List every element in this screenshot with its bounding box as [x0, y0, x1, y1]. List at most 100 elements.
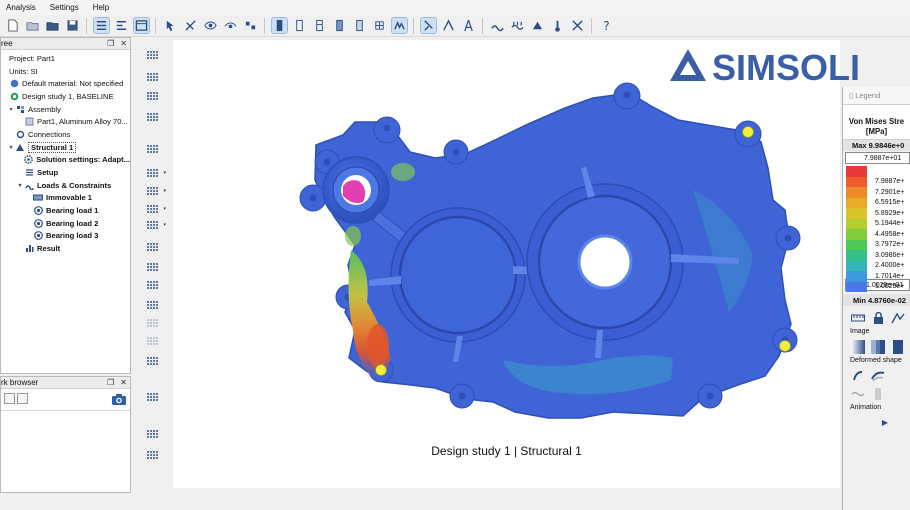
link-tool-icon[interactable] [144, 89, 162, 103]
close-panel-icon[interactable]: ✕ [120, 378, 127, 387]
menu-help[interactable]: Help [93, 3, 109, 12]
report-tool-icon[interactable] [144, 390, 162, 404]
tree-item-label: Units: SI [9, 66, 38, 76]
tree-item[interactable]: Units: SI [1, 65, 130, 78]
menu-settings[interactable]: Settings [50, 3, 79, 12]
range-icon[interactable] [890, 311, 906, 324]
result-tool-icon[interactable] [144, 334, 162, 348]
contact-tool-icon[interactable] [570, 18, 585, 33]
bearing-tool-icon[interactable]: ▾ [144, 202, 166, 216]
help-icon[interactable]: ? [599, 18, 614, 33]
expand-arrow-icon[interactable]: ▾ [16, 182, 24, 189]
camera-icon[interactable] [111, 393, 127, 406]
moment-tool-icon[interactable]: ▾ [144, 184, 166, 198]
banded-gradient-icon[interactable] [870, 339, 886, 354]
measure-tool-icon[interactable] [441, 18, 456, 33]
tree-item[interactable]: ▾ Loads & Constraints [1, 179, 130, 192]
parallel-view-icon[interactable] [114, 18, 129, 33]
shaded-edges-icon[interactable] [332, 18, 347, 33]
open-folder-icon[interactable] [25, 18, 40, 33]
save-icon[interactable] [65, 18, 80, 33]
spring-tool-icon[interactable] [144, 48, 162, 62]
select-tool-icon[interactable] [163, 18, 178, 33]
tree-item[interactable]: Solution settings: Adapt... [1, 154, 130, 167]
browser-window-icon[interactable] [132, 17, 150, 34]
show-all-icon[interactable] [223, 18, 238, 33]
large-hub-bore [577, 234, 633, 290]
contour-view-icon[interactable] [390, 17, 408, 34]
toolbar-separator [264, 17, 265, 34]
tree-item[interactable]: ▾ Assembly [1, 103, 130, 116]
solid-view-icon[interactable] [270, 17, 288, 34]
deform-scale-icon[interactable] [850, 369, 866, 382]
thermal-tool-icon[interactable] [144, 240, 162, 254]
spring-tool-2-icon[interactable] [144, 70, 162, 84]
tree-item[interactable]: Setup [1, 166, 130, 179]
3d-viewport[interactable]: Design study 1 | Structural 1 [173, 40, 840, 488]
fatigue-tool-icon[interactable] [144, 427, 162, 441]
menu-analysis[interactable]: Analysis [6, 3, 36, 12]
list-item-icon[interactable] [17, 393, 28, 404]
hide-tool-icon[interactable] [183, 18, 198, 33]
expand-arrow-icon[interactable]: ▾ [7, 106, 15, 113]
pressure-tool-icon[interactable] [510, 18, 525, 33]
tree-item[interactable]: Result [1, 242, 130, 255]
section-view-icon[interactable] [312, 18, 327, 33]
hinge-tool-icon[interactable] [144, 316, 162, 330]
tree-item[interactable]: ▾ Structural 1 [1, 141, 130, 154]
gravity-tool-icon[interactable] [144, 260, 162, 274]
float-panel-icon[interactable]: ❐ [107, 39, 114, 48]
force-tool-icon[interactable]: ▾ [144, 166, 166, 180]
sliding-tool-icon[interactable] [144, 298, 162, 312]
folder-icon[interactable] [45, 18, 60, 33]
smooth-gradient-icon[interactable] [850, 339, 866, 354]
tree-item[interactable]: Default material: Not specified [1, 77, 130, 90]
transparent-view-icon[interactable] [352, 18, 367, 33]
load-tool-icon[interactable] [144, 142, 162, 156]
probe-tool-icon[interactable] [419, 17, 437, 34]
list-view-icon[interactable] [92, 17, 110, 34]
float-panel-icon[interactable]: ❐ [107, 378, 114, 387]
network-browser-toolbar [1, 389, 130, 411]
tree-item[interactable]: Connections [1, 128, 130, 141]
eye-icon[interactable] [203, 18, 218, 33]
legend-tab[interactable]: ▯ Legend [843, 87, 910, 105]
legend-max-input[interactable]: 7.9887e+01 [845, 152, 910, 164]
new-file-icon[interactable] [5, 18, 20, 33]
lock-icon[interactable] [870, 311, 886, 324]
ruler-icon[interactable] [850, 311, 866, 324]
tree-item[interactable]: Bearing load 2 [1, 217, 130, 230]
wireframe-view-icon[interactable] [292, 18, 307, 33]
legend-swatch [846, 166, 867, 177]
load-tool-icon[interactable] [490, 18, 505, 33]
toolbar-separator [413, 17, 414, 34]
constraint-icon [33, 193, 43, 203]
thermal-tool-icon[interactable] [550, 18, 565, 33]
constraint-tool-icon[interactable] [144, 278, 162, 292]
tree-item[interactable]: Part1, Aluminum Alloy 70... [1, 115, 130, 128]
probe-tool-icon[interactable] [144, 354, 162, 368]
tree-item[interactable]: Project: Part1 [1, 52, 130, 65]
more-tools-icon[interactable] [144, 448, 162, 462]
tree-item[interactable]: Bearing load 1 [1, 204, 130, 217]
expand-arrow-icon[interactable]: ▾ [7, 144, 15, 151]
mesh-view-icon[interactable] [372, 18, 387, 33]
legend-swatch [846, 176, 867, 187]
close-panel-icon[interactable]: ✕ [120, 39, 127, 48]
deform-slider[interactable] [870, 387, 886, 400]
isolate-icon[interactable] [243, 18, 258, 33]
tree-item[interactable]: Immovable 1 [1, 192, 130, 205]
tree-item[interactable]: Bearing load 3 [1, 230, 130, 243]
legend-scale-row: 7.9887e+ [843, 176, 910, 187]
dark-gradient-icon[interactable] [890, 339, 906, 354]
tree-item-label: Solution settings: Adapt... [36, 155, 130, 165]
pressure-tool-icon[interactable]: ▾ [144, 218, 166, 232]
gravity-tool-icon[interactable] [530, 18, 545, 33]
play-button[interactable]: ▶ [877, 416, 893, 429]
deform-overlay-icon[interactable] [870, 369, 886, 382]
color-scale: 7.9887e+ 7.2901e+ 6.5915e+ 5.8929e+ 5.1944e+… [843, 164, 910, 292]
tree-item[interactable]: Design study 1, BASELINE [1, 90, 130, 103]
compass-icon[interactable] [461, 18, 476, 33]
add-item-icon[interactable] [4, 393, 15, 404]
bolt-tool-icon[interactable] [144, 110, 162, 124]
